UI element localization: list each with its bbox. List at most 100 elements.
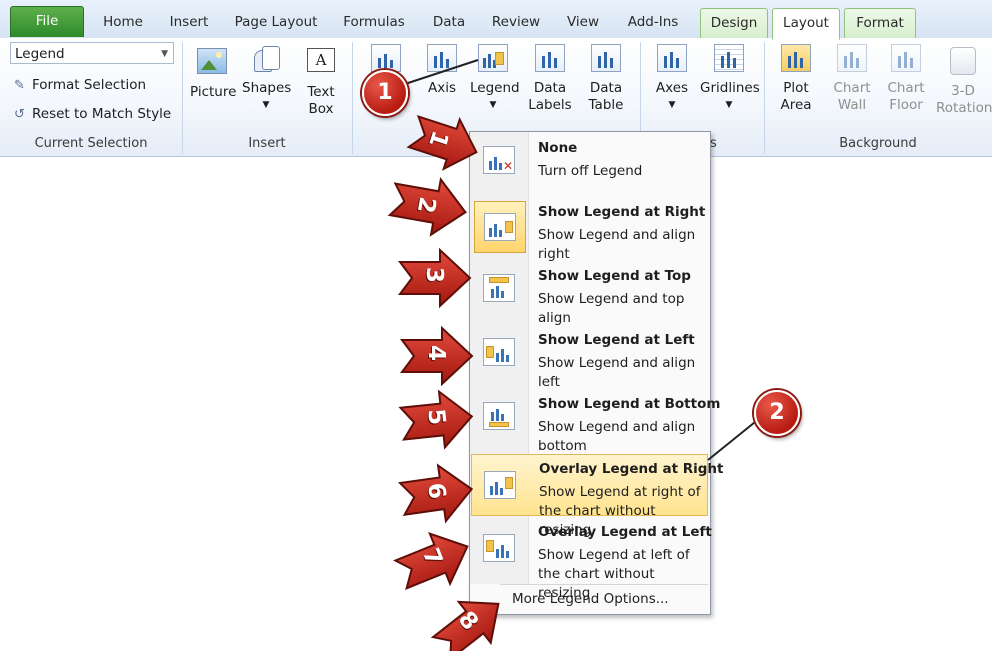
tab-file[interactable]: File — [10, 6, 84, 37]
axes-button[interactable]: Axes ▼ — [650, 44, 694, 114]
chart-wall-button[interactable]: Chart Wall — [828, 44, 876, 114]
menu-separator — [500, 584, 708, 585]
menu-item-show-legend-bottom[interactable]: Show Legend at Bottom Show Legend and al… — [471, 390, 720, 454]
ribbon-tab-bar: File Home Insert Page Layout Formulas Da… — [0, 0, 992, 40]
axis-titles-button[interactable]: Axis — [420, 44, 464, 97]
3d-rotation-button[interactable]: 3-D Rotation — [936, 44, 992, 117]
data-table-label-2: Table — [588, 97, 624, 113]
chart-wall-label-2: Wall — [837, 97, 867, 113]
chart-floor-icon — [890, 44, 922, 76]
text-box-label: Text Box — [307, 84, 335, 117]
tab-insert[interactable]: Insert — [160, 8, 218, 38]
shapes-label: Shapes — [242, 80, 292, 96]
format-selection-label: Format Selection — [32, 77, 147, 93]
tab-data[interactable]: Data — [424, 8, 474, 38]
reset-to-match-style-label: Reset to Match Style — [32, 106, 172, 122]
legend-button[interactable]: Legend ▼ — [466, 40, 520, 134]
group-label-insert: Insert — [248, 136, 286, 151]
tab-formulas[interactable]: Formulas — [336, 8, 412, 38]
data-labels-label-2: Labels — [528, 97, 572, 113]
tab-page-layout[interactable]: Page Layout — [228, 8, 324, 38]
menu-item-overlay-legend-right[interactable]: Overlay Legend at Right Show Legend at r… — [471, 454, 723, 538]
gridlines-icon — [713, 44, 745, 76]
cube-icon — [947, 47, 979, 79]
legend-icon — [477, 44, 509, 76]
chevron-down-icon: ▼ — [489, 100, 497, 110]
text-box-icon: A — [305, 48, 337, 80]
overlay-legend-right-icon — [482, 463, 520, 499]
chevron-down-icon: ▼ — [262, 100, 270, 110]
menu-item-none[interactable]: ✕ None Turn off Legend — [471, 134, 708, 194]
text-box-button[interactable]: A Text Box — [302, 44, 340, 118]
legend-bottom-icon — [481, 398, 519, 432]
gridlines-button[interactable]: Gridlines ▼ — [700, 44, 760, 114]
menu-item-show-legend-right[interactable]: Show Legend at Right Show Legend and ali… — [471, 198, 708, 262]
menu-item-show-legend-top[interactable]: Show Legend at Top Show Legend and top a… — [471, 262, 708, 326]
data-labels-button[interactable]: Data Labels — [524, 44, 576, 114]
tab-design[interactable]: Design — [700, 8, 768, 39]
shapes-icon — [250, 44, 282, 76]
axes-icon — [656, 44, 688, 76]
legend-left-icon — [481, 334, 519, 368]
tab-add-ins[interactable]: Add-Ins — [618, 8, 688, 38]
tab-format[interactable]: Format — [844, 8, 916, 39]
menu-item-title: Show Legend at Bottom — [538, 396, 721, 412]
3d-rotation-label-2: Rotation — [936, 100, 992, 116]
reset-style-icon: ↺ — [14, 107, 25, 122]
axis-titles-label: Axis — [427, 80, 456, 96]
group-label-current-selection: Current Selection — [34, 136, 148, 151]
legend-top-icon — [481, 270, 519, 304]
chevron-down-icon: ▼ — [161, 49, 168, 59]
chart-floor-button[interactable]: Chart Floor — [882, 44, 930, 114]
shapes-button[interactable]: Shapes ▼ — [242, 44, 292, 114]
callout-2: 2 — [754, 390, 800, 436]
tab-layout[interactable]: Layout — [772, 8, 840, 40]
menu-item-title: Overlay Legend at Left — [538, 524, 712, 540]
tab-view[interactable]: View — [558, 8, 608, 38]
plot-area-button[interactable]: Plot Area — [772, 44, 820, 114]
legend-label: Legend — [470, 80, 520, 96]
menu-item-overlay-legend-left[interactable]: Overlay Legend at Left Show Legend at le… — [471, 518, 712, 601]
chart-floor-label-1: Chart — [887, 80, 925, 96]
menu-item-title: Overlay Legend at Right — [539, 461, 724, 477]
group-divider — [352, 42, 353, 154]
chart-elements-value: Legend — [15, 46, 65, 62]
overlay-legend-left-icon — [481, 526, 519, 562]
chart-floor-label-2: Floor — [889, 97, 923, 113]
chevron-down-icon: ▼ — [668, 100, 676, 110]
chart-elements-combo[interactable]: Legend ▼ — [10, 42, 174, 64]
legend-dropdown-menu: ✕ None Turn off Legend Show Legend at Ri… — [469, 131, 723, 615]
legend-right-icon — [474, 201, 526, 253]
plot-area-icon — [780, 44, 812, 76]
arrow-label-4: 4 — [423, 344, 450, 362]
tab-review[interactable]: Review — [484, 8, 548, 38]
arrow-label-3: 3 — [421, 266, 448, 284]
arrow-label-7: 7 — [416, 544, 448, 570]
menu-item-description: Show Legend and align left — [538, 355, 696, 390]
axis-titles-icon — [426, 44, 458, 76]
gridlines-label: Gridlines — [700, 80, 760, 96]
data-table-button[interactable]: Data Table — [580, 44, 632, 114]
plot-area-label-2: Area — [780, 97, 812, 113]
data-labels-label-1: Data — [533, 80, 567, 96]
format-brush-icon: ✎ — [14, 78, 25, 93]
data-table-icon — [590, 44, 622, 76]
menu-item-description: Show Legend and top align — [538, 291, 685, 326]
menu-item-title: Show Legend at Top — [538, 268, 691, 284]
format-selection-button[interactable]: ✎ Format Selection — [14, 74, 146, 96]
menu-item-description: Turn off Legend — [538, 163, 643, 179]
picture-button[interactable]: Picture — [190, 44, 237, 101]
arrow-label-2: 2 — [411, 194, 441, 216]
callout-2-leader — [707, 417, 761, 461]
picture-label: Picture — [190, 84, 237, 100]
menu-item-show-legend-left[interactable]: Show Legend at Left Show Legend and alig… — [471, 326, 708, 390]
menu-item-description: Show Legend and align bottom — [538, 419, 696, 454]
reset-to-match-style-button[interactable]: ↺ Reset to Match Style — [14, 103, 171, 125]
data-table-label-1: Data — [589, 80, 623, 96]
menu-item-title: Show Legend at Left — [538, 332, 695, 348]
tab-home[interactable]: Home — [94, 8, 152, 38]
plot-area-label-1: Plot — [783, 80, 809, 96]
menu-item-description: Show Legend and align right — [538, 227, 696, 262]
more-legend-options[interactable]: More Legend Options... — [512, 591, 669, 607]
menu-item-title: Show Legend at Right — [538, 204, 706, 220]
